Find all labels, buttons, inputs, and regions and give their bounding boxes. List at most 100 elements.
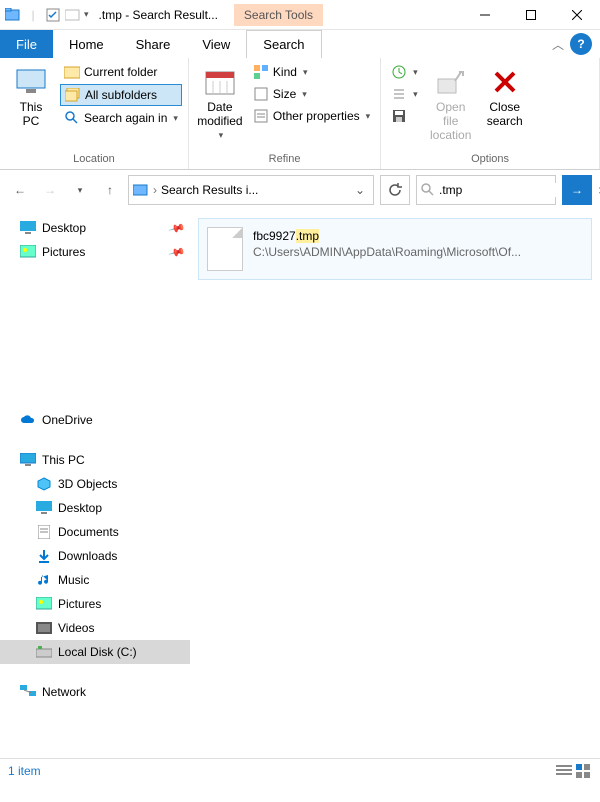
close-search-button[interactable]: Close search <box>480 62 530 132</box>
close-icon <box>489 66 521 98</box>
video-icon <box>36 620 52 636</box>
list-icon <box>391 86 407 102</box>
group-location: This PC Current folder All subfolders Se… <box>0 58 189 169</box>
tree-item-desktop[interactable]: Desktop <box>0 496 190 520</box>
tree-item-pictures[interactable]: Pictures <box>0 592 190 616</box>
collapse-ribbon-button[interactable]: ︿ <box>546 30 570 58</box>
cube-icon <box>36 476 52 492</box>
size-button[interactable]: Size▾ <box>249 84 374 104</box>
tab-view[interactable]: View <box>186 30 246 58</box>
thumbnails-view-button[interactable] <box>576 764 592 778</box>
desktop-icon <box>36 500 52 516</box>
chevron-down-icon: ▾ <box>173 113 178 124</box>
status-bar: 1 item <box>0 758 600 782</box>
address-dropdown[interactable]: ⌄ <box>351 183 369 197</box>
close-window-button[interactable] <box>554 0 600 30</box>
all-subfolders-button[interactable]: All subfolders <box>60 84 182 106</box>
search-result-item[interactable]: fbc9927.tmp C:\Users\ADMIN\AppData\Roami… <box>198 218 592 280</box>
search-box[interactable]: × <box>416 175 556 205</box>
qat-customize[interactable]: ▾ <box>84 9 89 20</box>
tree-item-desktop-quick[interactable]: Desktop📌 <box>0 216 190 240</box>
date-modified-button[interactable]: Date modified▾ <box>195 62 245 145</box>
tree-item-thispc[interactable]: This PC <box>0 448 190 472</box>
search-go-button[interactable]: → <box>562 175 592 205</box>
ribbon: This PC Current folder All subfolders Se… <box>0 58 600 170</box>
tree-item-downloads[interactable]: Downloads <box>0 544 190 568</box>
tree-item-documents[interactable]: Documents <box>0 520 190 544</box>
address-text: Search Results i... <box>161 183 347 197</box>
open-file-location-button[interactable]: Open file location <box>426 62 476 146</box>
tree-item-music[interactable]: Music <box>0 568 190 592</box>
open-location-icon <box>435 66 467 98</box>
folder-icon <box>64 64 80 80</box>
group-refine: Date modified▾ Kind▾ Size▾ Other propert… <box>189 58 381 169</box>
download-icon <box>36 548 52 564</box>
recent-locations-button[interactable]: ▾ <box>68 178 92 202</box>
recent-searches-button[interactable]: ▾ <box>387 62 422 82</box>
monitor-icon <box>20 452 36 468</box>
document-icon <box>36 524 52 540</box>
navigation-bar: ← → ▾ ↑ › Search Results i... ⌄ × → <box>0 170 600 210</box>
tree-item-pictures-quick[interactable]: Pictures📌 <box>0 240 190 264</box>
tab-search[interactable]: Search <box>246 30 321 58</box>
results-pane[interactable]: fbc9927.tmp C:\Users\ADMIN\AppData\Roami… <box>190 210 600 758</box>
search-icon <box>64 110 80 126</box>
navigation-tree[interactable]: Desktop📌 Pictures📌 OneDrive This PC 3D O… <box>0 210 190 758</box>
status-item-count: 1 item <box>8 764 41 778</box>
search-icon <box>421 182 435 198</box>
search-again-button[interactable]: Search again in▾ <box>60 108 182 128</box>
music-icon <box>36 572 52 588</box>
pictures-icon <box>20 244 36 260</box>
current-folder-button[interactable]: Current folder <box>60 62 182 82</box>
result-filename: fbc9927.tmp <box>253 227 583 245</box>
quick-access-toolbar: | ▾ .tmp - Search Result... <box>0 6 230 24</box>
kind-button[interactable]: Kind▾ <box>249 62 374 82</box>
calendar-icon <box>204 66 236 98</box>
clock-icon <box>391 64 407 80</box>
tree-item-3dobjects[interactable]: 3D Objects <box>0 472 190 496</box>
up-button[interactable]: ↑ <box>98 178 122 202</box>
tree-item-localdisk[interactable]: Local Disk (C:) <box>0 640 190 664</box>
tree-item-onedrive[interactable]: OneDrive <box>0 408 190 432</box>
pin-icon: 📌 <box>168 243 186 261</box>
pin-icon: 📌 <box>168 219 186 237</box>
group-options: ▾ ▾ Open file location Close search Opti… <box>381 58 600 169</box>
address-crumb-separator[interactable]: › <box>153 183 157 197</box>
monitor-icon <box>15 66 47 98</box>
save-search-button[interactable] <box>387 106 422 126</box>
cloud-icon <box>20 412 36 428</box>
file-icon <box>207 227 243 271</box>
tree-item-videos[interactable]: Videos <box>0 616 190 640</box>
this-pc-button[interactable]: This PC <box>6 62 56 132</box>
result-path: C:\Users\ADMIN\AppData\Roaming\Microsoft… <box>253 245 583 259</box>
folders-icon <box>65 87 81 103</box>
tree-item-network[interactable]: Network <box>0 680 190 704</box>
advanced-options-button[interactable]: ▾ <box>387 84 422 104</box>
main-area: Desktop📌 Pictures📌 OneDrive This PC 3D O… <box>0 210 600 758</box>
network-icon <box>20 684 36 700</box>
tab-home[interactable]: Home <box>53 30 120 58</box>
forward-button[interactable]: → <box>38 178 62 202</box>
other-properties-button[interactable]: Other properties▾ <box>249 106 374 126</box>
qat-divider: | <box>24 6 42 24</box>
help-button[interactable]: ? <box>570 33 592 55</box>
kind-icon <box>253 64 269 80</box>
explorer-icon <box>4 6 22 24</box>
tab-share[interactable]: Share <box>120 30 187 58</box>
properties-icon <box>253 108 269 124</box>
maximize-button[interactable] <box>508 0 554 30</box>
properties-icon[interactable] <box>44 6 62 24</box>
pictures-icon <box>36 596 52 612</box>
refresh-button[interactable] <box>380 175 410 205</box>
address-bar[interactable]: › Search Results i... ⌄ <box>128 175 374 205</box>
drive-icon <box>36 644 52 660</box>
minimize-button[interactable] <box>462 0 508 30</box>
new-folder-icon[interactable] <box>64 6 82 24</box>
details-view-button[interactable] <box>556 764 572 778</box>
title-bar: | ▾ .tmp - Search Result... Search Tools <box>0 0 600 30</box>
ribbon-tabs: File Home Share View Search ︿ ? <box>0 30 600 58</box>
tab-file[interactable]: File <box>0 30 53 58</box>
size-icon <box>253 86 269 102</box>
search-results-icon <box>133 182 149 198</box>
back-button[interactable]: ← <box>8 178 32 202</box>
